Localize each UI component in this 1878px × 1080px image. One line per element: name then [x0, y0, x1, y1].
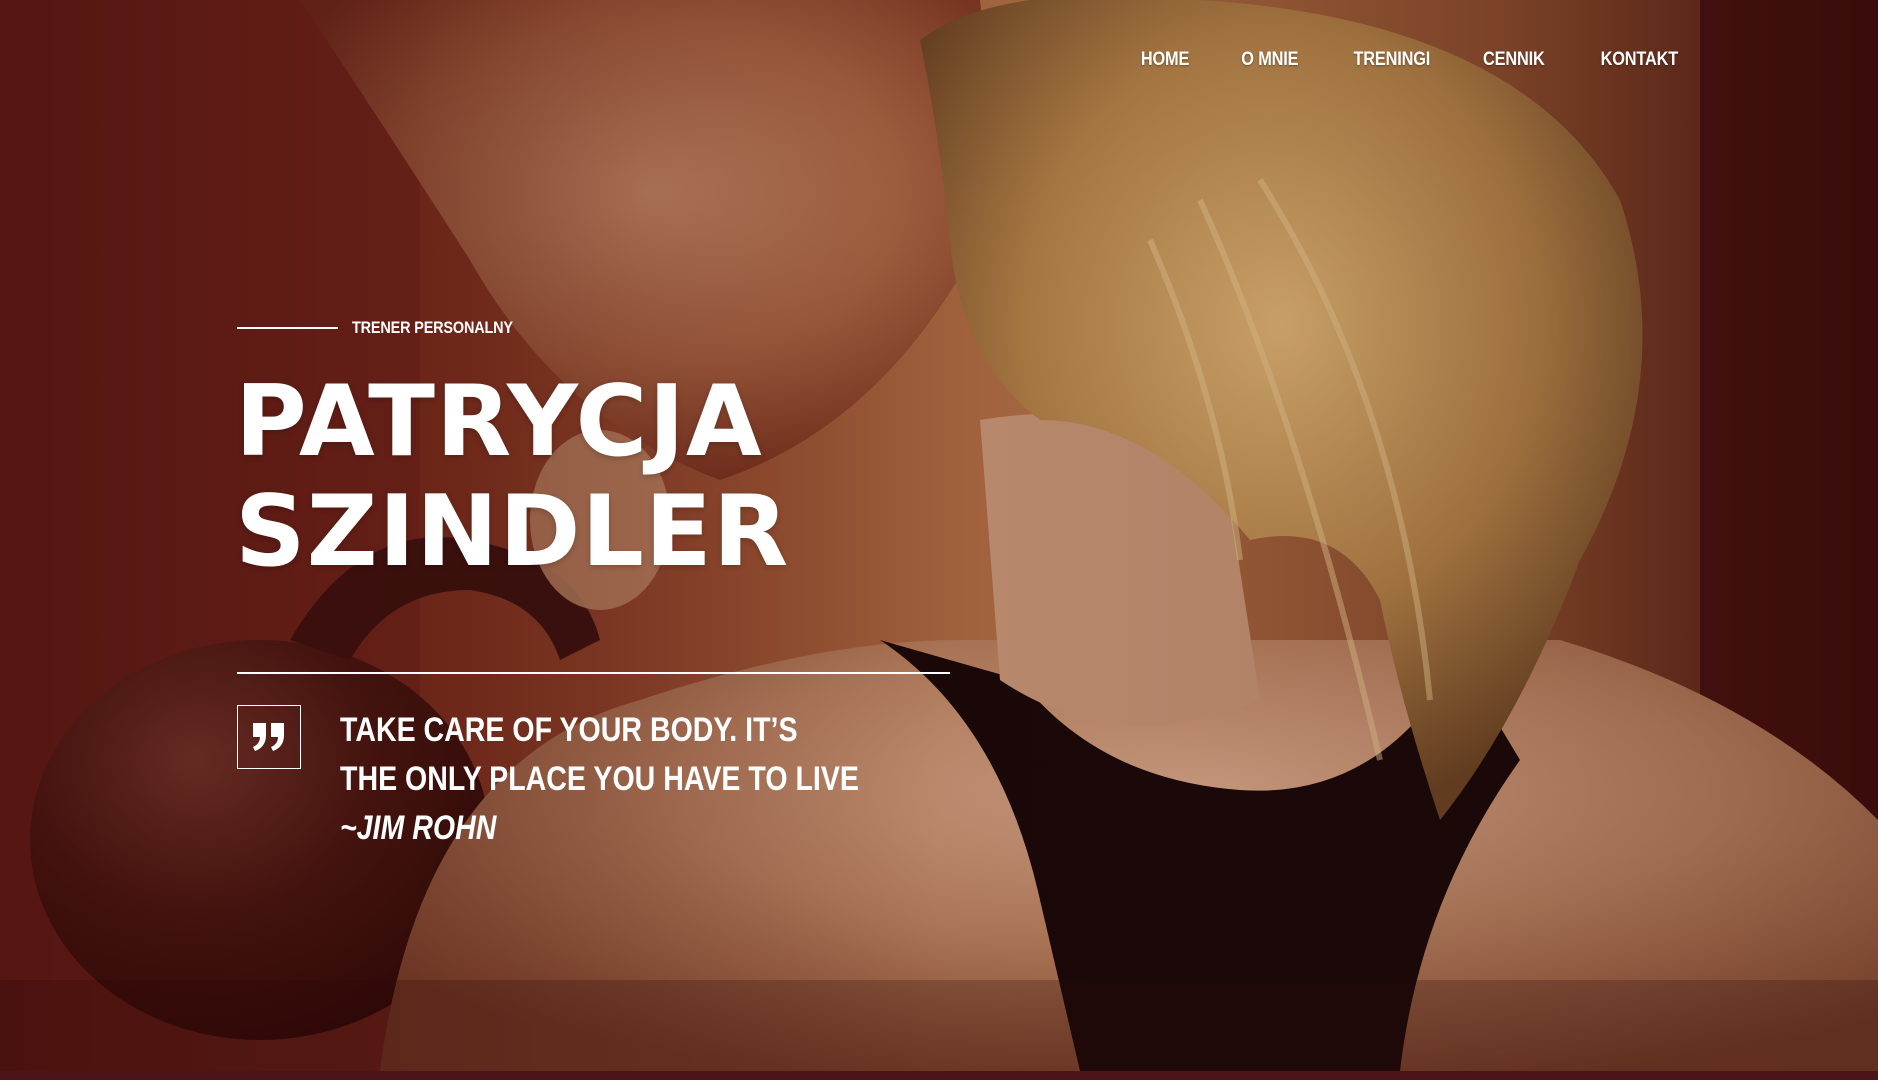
hero-divider	[237, 672, 950, 674]
nav-item-cennik[interactable]: CENNIK	[1483, 49, 1545, 71]
hero-title-first-name: PATRYCJA	[235, 365, 763, 479]
nav-item-kontakt[interactable]: KONTAKT	[1601, 49, 1679, 71]
nav-item-o-mnie[interactable]: O MNIE	[1241, 49, 1298, 71]
quote-icon	[253, 723, 284, 751]
quote-icon-box	[237, 705, 301, 769]
quote-author: ~JIM ROHN	[340, 809, 497, 847]
hero-title: PATRYCJA SZINDLER	[235, 367, 789, 587]
hero-title-last-name: SZINDLER	[235, 475, 790, 589]
hero-quote: TAKE CARE OF YOUR BODY. IT’S THE ONLY PL…	[340, 706, 861, 853]
section-bottom-strip	[0, 1071, 1878, 1080]
eyebrow-line	[237, 327, 338, 329]
eyebrow-text: TRENER PERSONALNY	[352, 318, 513, 337]
nav-item-home[interactable]: HOME	[1140, 49, 1189, 71]
main-navigation: HOME O MNIE TRENINGI CENNIK KONTAKT	[1090, 49, 1678, 71]
hero-section: HOME O MNIE TRENINGI CENNIK KONTAKT TREN…	[0, 0, 1878, 1071]
quote-text: TAKE CARE OF YOUR BODY. IT’S THE ONLY PL…	[340, 711, 859, 798]
nav-item-treningi[interactable]: TRENINGI	[1354, 49, 1431, 71]
hero-eyebrow: TRENER PERSONALNY	[237, 318, 541, 338]
